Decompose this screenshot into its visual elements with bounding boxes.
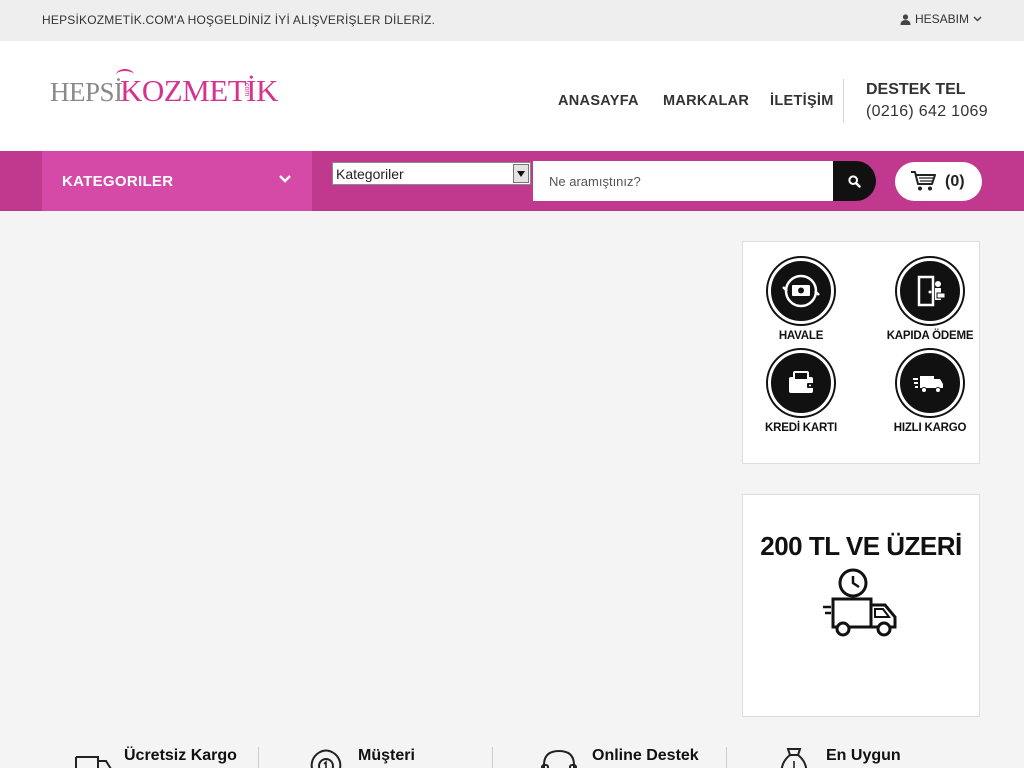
user-icon	[900, 13, 911, 25]
feature-title: Online Destek	[592, 747, 699, 764]
feature-title: Ücretsiz Kargo	[124, 747, 237, 764]
select-arrow-icon[interactable]	[513, 164, 529, 183]
feature-divider	[258, 747, 259, 768]
feature-title: Müşteri	[358, 747, 415, 764]
logo-text-hepsi: HEPSİ	[50, 77, 123, 107]
price-tag-icon	[780, 748, 808, 768]
chevron-down-icon	[973, 16, 982, 22]
support-title: DESTEK TEL	[866, 81, 966, 98]
nav-home[interactable]: ANASAYFA	[558, 93, 639, 109]
nav-brands[interactable]: MARKALAR	[663, 93, 749, 109]
feature-item: En Uygun	[776, 745, 946, 768]
shipping-box-icon	[75, 756, 112, 768]
payment-item: KAPIDA ÖDEME	[875, 258, 985, 342]
logo-text-com: .com	[243, 81, 250, 97]
payment-methods-banner[interactable]: HAVALE KAPIDA ÖDEME KREDİ KARTI HIZLI KA…	[742, 241, 980, 464]
chevron-down-icon	[279, 175, 291, 183]
account-label: HESABIM	[914, 12, 969, 26]
hero-slider[interactable]	[42, 241, 722, 721]
feature-divider	[726, 747, 727, 768]
features-row: Ücretsiz Kargo Müşteri Online Destek En …	[0, 745, 1024, 768]
feature-item: Müşteri	[307, 745, 477, 768]
category-select-value: Kategoriler	[336, 166, 404, 182]
account-menu[interactable]: HESABIM	[900, 12, 982, 26]
payment-item: HIZLI KARGO	[875, 350, 985, 434]
feature-title: En Uygun	[826, 747, 901, 764]
payment-label: KAPIDA ÖDEME	[886, 330, 974, 342]
payment-item: HAVALE	[746, 258, 856, 342]
feature-item: Ücretsiz Kargo	[74, 745, 244, 768]
welcome-message: HEPSİKOZMETİK.COM'A HOŞGELDİNİZ İYİ ALIŞ…	[42, 13, 436, 27]
search-icon	[848, 174, 861, 188]
payment-label: HAVALE	[778, 330, 824, 342]
cart-count: (0)	[945, 173, 965, 190]
category-select[interactable]: Kategoriler	[332, 162, 531, 185]
payment-label: KREDİ KARTI	[765, 422, 837, 434]
main-content: HAVALE KAPIDA ÖDEME KREDİ KARTI HIZLI KA…	[0, 211, 1024, 768]
fast-delivery-icon	[897, 350, 963, 416]
nav-divider	[843, 79, 844, 123]
credit-card-icon	[768, 350, 834, 416]
headset-icon	[541, 749, 577, 768]
customer-badge-icon	[310, 749, 342, 768]
delivery-truck-clock-icon	[823, 568, 897, 637]
payment-item: KREDİ KARTI	[746, 350, 856, 434]
search-input[interactable]	[533, 161, 833, 201]
money-transfer-icon	[768, 258, 834, 324]
site-header: HEPSİ KOZMETİK .com ANASAYFA MARKALAR İL…	[0, 41, 1024, 151]
payment-label: HIZLI KARGO	[893, 422, 967, 434]
site-logo[interactable]: HEPSİ KOZMETİK .com	[50, 69, 278, 109]
categories-label: KATEGORILER	[62, 173, 174, 190]
top-bar: HEPSİKOZMETİK.COM'A HOŞGELDİNİZ İYİ ALIŞ…	[0, 0, 1024, 41]
search-bar-row: KATEGORILER Kategoriler (0)	[0, 151, 1024, 211]
categories-menu-button[interactable]: KATEGORILER	[42, 151, 312, 211]
logo-text-kozmetik: KOZMETİK	[120, 73, 278, 108]
cart-button[interactable]: (0)	[895, 162, 982, 201]
search-button[interactable]	[833, 161, 876, 201]
cart-icon	[911, 171, 936, 191]
free-shipping-banner[interactable]: 200 TL VE ÜZERİ	[742, 494, 980, 717]
feature-divider	[492, 747, 493, 768]
support-phone[interactable]: (0216) 642 1069	[866, 103, 988, 121]
free-shipping-title: 200 TL VE ÜZERİ	[760, 531, 962, 561]
feature-item: Online Destek	[540, 745, 710, 768]
nav-contact[interactable]: İLETİŞİM	[770, 93, 834, 109]
door-payment-icon	[897, 258, 963, 324]
